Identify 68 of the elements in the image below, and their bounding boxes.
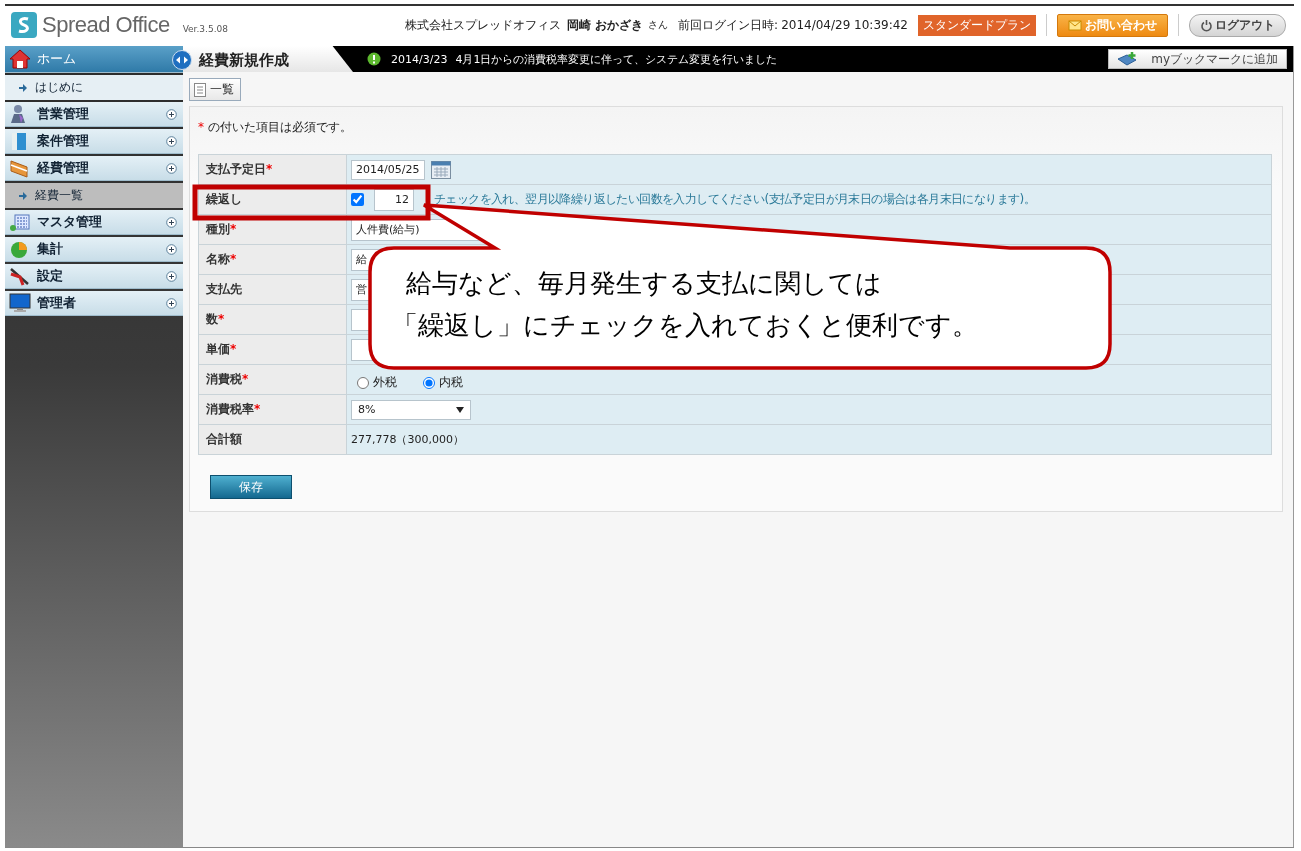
field-label: 支払先 <box>198 274 347 305</box>
callout-text: 「繰返し」にチェックを入れておくと便利です。 <box>392 309 979 342</box>
logout-button[interactable]: ログアウト <box>1189 13 1286 37</box>
last-login-time: 2014/04/29 10:39:42 <box>781 18 908 32</box>
save-button[interactable]: 保存 <box>210 475 292 499</box>
wallet-icon <box>9 158 31 178</box>
field-label: 名称* <box>198 244 347 275</box>
radio-button[interactable] <box>423 376 435 389</box>
field-label: 合計額 <box>198 424 347 455</box>
sidebar-item[interactable]: 営業管理 <box>5 102 183 127</box>
last-login-label: 前回ログイン日時: <box>678 16 779 34</box>
power-icon <box>1200 18 1213 32</box>
hint-text: チェックを入れ、翌月以降繰り返したい回数を入力してください(支払予定日が月末日の場合は各月末日になります)。 <box>434 191 1035 208</box>
company-name: 株式会社スプレッドオフィス <box>404 16 561 34</box>
collapse-toggle-icon[interactable] <box>172 50 192 70</box>
arrow-right-icon <box>19 191 27 200</box>
plus-circle-icon[interactable] <box>166 135 177 147</box>
user-name: 岡崎 おかざき <box>566 16 644 34</box>
sidebar-item[interactable]: 設定 <box>5 264 183 289</box>
house-icon <box>9 49 31 69</box>
monitor-icon <box>9 293 31 313</box>
callout-text: 給与など、毎月発生する支払に関しては <box>405 267 883 300</box>
sidebar-subitem[interactable]: はじめに <box>5 75 183 100</box>
sidebar-item[interactable]: 管理者 <box>5 291 183 316</box>
version-text: Ver.3.5.08 <box>182 24 228 34</box>
plus-circle-icon[interactable] <box>166 162 177 174</box>
envelope-icon <box>1068 19 1082 31</box>
sidebar-item[interactable]: ホーム <box>5 46 183 73</box>
sidebar-item[interactable]: 経費管理 <box>5 156 183 181</box>
field-label: 消費税率* <box>198 394 347 425</box>
field-label: 単価* <box>198 334 347 365</box>
sidebar-item[interactable]: マスタ管理 <box>5 210 183 235</box>
building-icon <box>9 212 31 232</box>
radio-label: 外税 <box>373 374 397 391</box>
page-title[interactable]: 経費新規作成 <box>183 46 353 72</box>
arrow-right-icon <box>19 83 27 92</box>
tax-rate-dropdown[interactable]: 8% <box>351 399 471 420</box>
required-note: * の付いた項目は必須です。 <box>198 119 353 136</box>
sidebar-item[interactable]: 集計 <box>5 237 183 262</box>
logo-text: Spread Office <box>42 12 170 38</box>
repeat-checkbox[interactable] <box>351 193 364 206</box>
pliers-icon <box>9 266 31 286</box>
field-label: 支払予定日* <box>198 154 347 185</box>
plus-circle-icon[interactable] <box>166 216 177 228</box>
field-label: 数* <box>198 304 347 335</box>
logo-icon <box>11 12 37 38</box>
radio-label: 内税 <box>439 374 463 391</box>
honorific-text: さん <box>648 18 669 32</box>
bookmark-button[interactable]: myブックマークに追加 <box>1108 49 1287 69</box>
list-button[interactable]: 一覧 <box>189 78 241 101</box>
calendar-icon[interactable] <box>431 160 451 179</box>
date-field[interactable]: 2014/05/25 <box>351 159 425 180</box>
notice-date: 2014/3/23 <box>391 52 448 66</box>
plus-circle-icon[interactable] <box>166 108 177 120</box>
repeat-count-field[interactable]: 12 <box>374 188 414 211</box>
caret-icon <box>456 406 464 413</box>
plus-circle-icon[interactable] <box>166 297 177 309</box>
field-label: 消費税* <box>198 364 347 395</box>
sidebar-subitem[interactable]: 経費一覧 <box>5 183 183 208</box>
radio-button[interactable] <box>357 376 369 389</box>
plus-circle-icon[interactable] <box>166 270 177 282</box>
exclamation-icon <box>367 52 381 66</box>
document-icon <box>194 82 206 97</box>
sidebar-item[interactable]: 案件管理 <box>5 129 183 154</box>
plus-circle-icon[interactable] <box>166 243 177 255</box>
plan-badge: スタンダードプラン <box>918 14 1036 36</box>
notice-text: 4月1日からの消費税率変更に伴って、システム変更を行いました <box>455 51 778 67</box>
total-amount: 277,778（300,000） <box>351 432 464 447</box>
